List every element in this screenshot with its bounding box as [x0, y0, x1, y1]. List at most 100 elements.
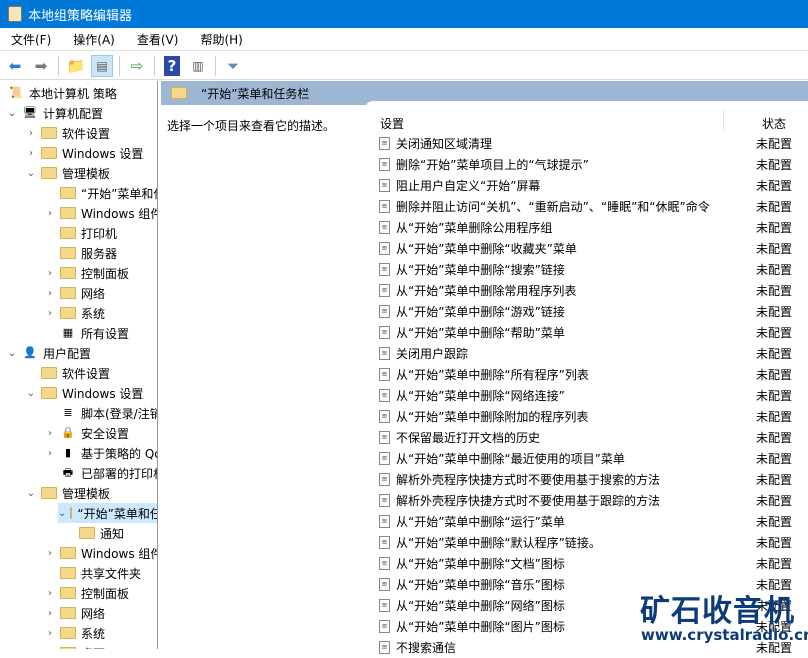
chevron-down-icon[interactable]: ⌄ — [6, 108, 18, 119]
folder-icon — [41, 167, 57, 179]
chevron-right-icon[interactable]: › — [44, 208, 56, 219]
chevron-down-icon[interactable]: ⌄ — [25, 388, 37, 399]
tree-item[interactable]: 共享文件夹 — [44, 563, 141, 583]
tree-item[interactable]: › Windows 组件 — [44, 543, 157, 563]
tree-item[interactable]: › ▮ 基于策略的 QoS — [44, 443, 157, 463]
up-folder-icon[interactable]: 📁 — [65, 55, 87, 77]
tree-item[interactable]: 打印机 — [44, 223, 117, 243]
tree-item-label: 本地计算机 策略 — [29, 86, 117, 101]
back-icon[interactable]: ⬅ — [4, 55, 26, 77]
help-icon[interactable]: ? — [164, 55, 180, 76]
menu-action[interactable]: 操作(A) — [62, 31, 126, 48]
settings-row[interactable]: ≡ 从“开始”菜单中删除“搜索”链接 未配置 — [379, 259, 808, 280]
filter-icon[interactable]: ⏷ — [222, 55, 244, 77]
setting-name: 从“开始”菜单中删除“收藏夹”菜单 — [396, 242, 577, 256]
folder-icon — [60, 207, 76, 219]
settings-row[interactable]: ≡ 从“开始”菜单中删除“最近使用的项目”菜单 未配置 — [379, 448, 808, 469]
chevron-right-icon[interactable]: › — [44, 268, 56, 279]
settings-row[interactable]: ≡ 从“开始”菜单中删除“网络连接” 未配置 — [379, 385, 808, 406]
chevron-right-icon[interactable]: › — [44, 308, 56, 319]
tree-item[interactable]: 通知 — [63, 523, 124, 543]
policy-setting-icon: ≡ — [379, 326, 390, 339]
properties-pane-icon[interactable]: ▥ — [187, 55, 209, 77]
tree-item[interactable]: › 控制面板 — [44, 583, 129, 603]
settings-row[interactable]: ≡ 从“开始”菜单中删除“文档”图标 未配置 — [379, 553, 808, 574]
tree-item[interactable]: › Windows 组件 — [44, 203, 157, 223]
settings-row[interactable]: ≡ 从“开始”菜单中删除“帮助”菜单 未配置 — [379, 322, 808, 343]
chevron-down-icon[interactable]: ⌄ — [6, 348, 18, 359]
tree-item[interactable]: ▦ 所有设置 — [44, 323, 129, 343]
chevron-right-icon[interactable]: › — [44, 288, 56, 299]
divider — [215, 55, 216, 76]
chevron-right-icon[interactable]: › — [44, 428, 56, 439]
chevron-right-icon[interactable]: › — [44, 588, 56, 599]
settings-row[interactable]: ≡ 从“开始”菜单中删除“游戏”链接 未配置 — [379, 301, 808, 322]
setting-state: 未配置 — [756, 389, 793, 403]
settings-row[interactable]: ≡ 从“开始”菜单中删除常用程序列表 未配置 — [379, 280, 808, 301]
settings-row[interactable]: ≡ 从“开始”菜单中删除“运行”菜单 未配置 — [379, 511, 808, 532]
tree-item[interactable]: › 软件设置 — [25, 123, 110, 143]
menu-bar: 文件(F) 操作(A) 查看(V) 帮助(H) — [0, 28, 808, 51]
chevron-right-icon[interactable]: › — [25, 128, 37, 139]
column-divider[interactable] — [723, 109, 724, 131]
setting-state: 未配置 — [756, 536, 793, 550]
column-header-state[interactable]: 状态 — [762, 115, 786, 132]
tree-item[interactable]: ⌄ 👤 用户配置 — [6, 343, 91, 363]
chevron-right-icon[interactable]: › — [25, 148, 37, 159]
tree-item[interactable]: 📜 本地计算机 策略 — [4, 83, 117, 103]
policy-setting-icon: ≡ — [379, 368, 390, 381]
tree-item-label: 已部署的打印机 — [81, 466, 158, 481]
menu-file[interactable]: 文件(F) — [0, 31, 62, 48]
settings-row[interactable]: ≡ 从“开始”菜单中删除“收藏夹”菜单 未配置 — [379, 238, 808, 259]
setting-state: 未配置 — [756, 242, 793, 256]
settings-row[interactable]: ≡ 删除并阻止访问“关机”、“重新启动”、“睡眠”和“休眠”命令 未配置 — [379, 196, 808, 217]
tree-item[interactable]: 🖶 已部署的打印机 — [44, 463, 158, 483]
policy-setting-icon: ≡ — [379, 515, 390, 528]
settings-row[interactable]: ≡ 阻止用户自定义“开始”屏幕 未配置 — [379, 175, 808, 196]
tree-item[interactable]: ⌄ 管理模板 — [25, 483, 110, 503]
tree-item[interactable]: › 网络 — [44, 603, 105, 623]
chevron-right-icon[interactable]: › — [44, 548, 56, 559]
tree-item[interactable]: ⌄ 🖥 计算机配置 — [6, 103, 103, 123]
settings-row[interactable]: ≡ 从“开始”菜单中删除“所有程序”列表 未配置 — [379, 364, 808, 385]
menu-view[interactable]: 查看(V) — [126, 31, 190, 48]
tree-item[interactable]: 服务器 — [44, 243, 117, 263]
chevron-right-icon[interactable]: › — [44, 608, 56, 619]
tree-item[interactable]: ⌄ Windows 设置 — [25, 383, 144, 403]
policy-setting-icon: ≡ — [379, 389, 390, 402]
forward-icon[interactable]: ➡ — [30, 55, 52, 77]
menu-help[interactable]: 帮助(H) — [189, 31, 253, 48]
chevron-down-icon[interactable]: ⌄ — [25, 168, 37, 179]
settings-row[interactable]: ≡ 解析外壳程序快捷方式时不要使用基于搜索的方法 未配置 — [379, 469, 808, 490]
tree-item[interactable]: › 🔒 安全设置 — [44, 423, 129, 443]
tree-item[interactable]: › Windows 设置 — [25, 143, 143, 163]
chevron-down-icon[interactable]: ⌄ — [58, 508, 66, 519]
tree-item[interactable]: › 系统 — [44, 303, 105, 323]
tree-item[interactable]: “开始”菜单和任务栏 — [44, 183, 157, 203]
tree-item[interactable]: 软件设置 — [25, 363, 110, 383]
tree-item-label: 控制面板 — [81, 586, 130, 601]
settings-row[interactable]: ≡ 关闭通知区域清理 未配置 — [379, 133, 808, 154]
setting-state: 未配置 — [756, 221, 793, 235]
setting-state: 未配置 — [756, 263, 793, 277]
tree-item[interactable]: ⌄ “开始”菜单和任务栏 — [58, 503, 157, 523]
export-list-icon[interactable]: ⇨ — [126, 55, 148, 77]
settings-row[interactable]: ≡ 从“开始”菜单中删除“默认程序”链接。 未配置 — [379, 532, 808, 553]
chevron-right-icon[interactable]: › — [44, 628, 56, 639]
tree-item[interactable]: ≣ 脚本(登录/注销) — [44, 403, 157, 423]
tree-item[interactable]: ›桌面 — [44, 643, 105, 649]
tree-item[interactable]: ⌄ 管理模板 — [25, 163, 110, 183]
column-header-setting[interactable]: 设置 — [380, 115, 404, 132]
settings-row[interactable]: ≡ 从“开始”菜单删除公用程序组 未配置 — [379, 217, 808, 238]
settings-row[interactable]: ≡ 删除“开始”菜单项目上的“气球提示” 未配置 — [379, 154, 808, 175]
settings-row[interactable]: ≡ 关闭用户跟踪 未配置 — [379, 343, 808, 364]
show-hide-tree-icon[interactable]: ▤ — [91, 54, 113, 77]
settings-row[interactable]: ≡ 解析外壳程序快捷方式时不要使用基于跟踪的方法 未配置 — [379, 490, 808, 511]
tree-item[interactable]: › 系统 — [44, 623, 105, 643]
chevron-down-icon[interactable]: ⌄ — [25, 488, 37, 499]
chevron-right-icon[interactable]: › — [44, 448, 56, 459]
tree-item[interactable]: › 网络 — [44, 283, 105, 303]
tree-item[interactable]: › 控制面板 — [44, 263, 129, 283]
settings-row[interactable]: ≡ 从“开始”菜单中删除附加的程序列表 未配置 — [379, 406, 808, 427]
settings-row[interactable]: ≡ 不保留最近打开文档的历史 未配置 — [379, 427, 808, 448]
